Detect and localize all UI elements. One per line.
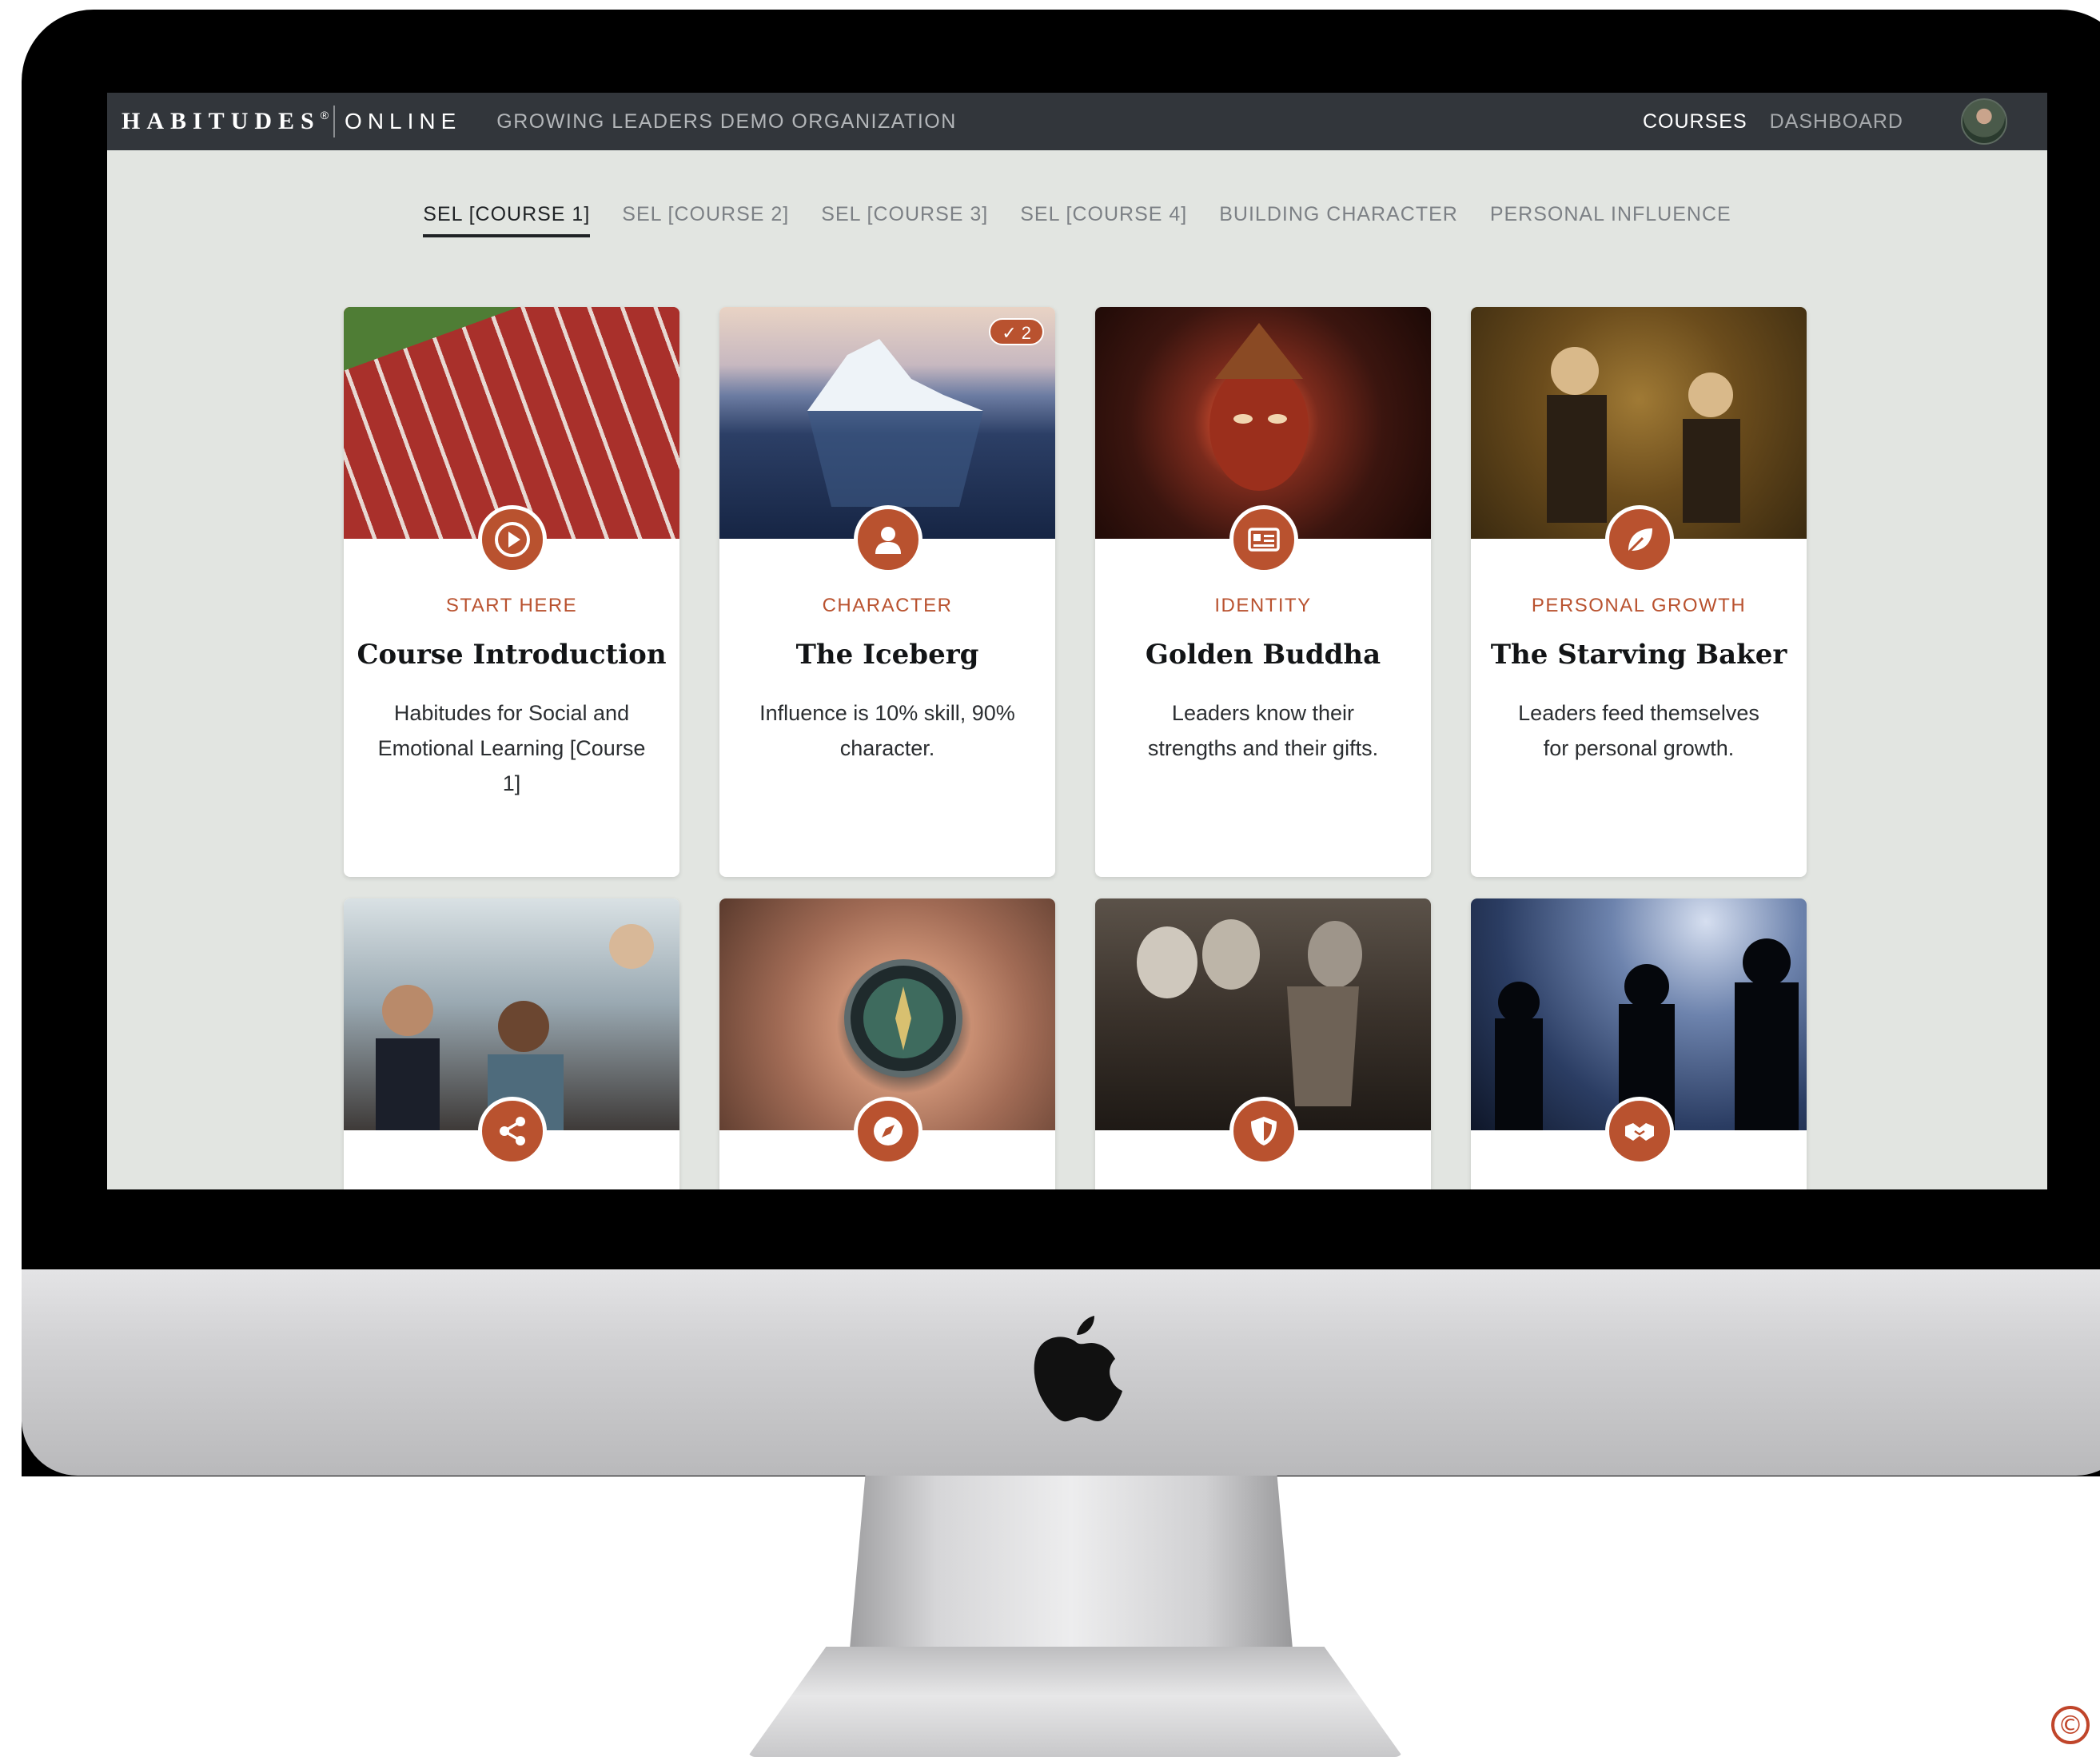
share-icon bbox=[478, 1097, 547, 1165]
top-nav-links: COURSES DASHBOARD bbox=[1643, 93, 2047, 150]
tab-personal-influence[interactable]: PERSONAL INFLUENCE bbox=[1490, 203, 1731, 237]
lesson-card-golden-buddha[interactable]: IDENTITY Golden Buddha Leaders know thei… bbox=[1095, 307, 1431, 877]
card-category: START HERE bbox=[445, 595, 578, 616]
card-image-compass bbox=[719, 898, 1055, 1130]
card-description: Habitudes for Social and Emotional Learn… bbox=[377, 701, 646, 795]
screen: HABITUDES ® ONLINE GROWING LEADERS DEMO … bbox=[107, 93, 2047, 1189]
card-category: CHARACTER bbox=[822, 595, 953, 616]
lesson-card-the-starving-baker[interactable]: PERSONAL GROWTH The Starving Baker Leade… bbox=[1471, 307, 1807, 877]
brand-suffix: ONLINE bbox=[345, 109, 462, 133]
card-image-knights bbox=[1095, 898, 1431, 1130]
card-image-starving-baker bbox=[1471, 307, 1807, 539]
tab-sel-course-3[interactable]: SEL [COURSE 3] bbox=[821, 203, 988, 237]
imac-stand-neck bbox=[847, 1476, 1295, 1675]
card-title: Course Introduction bbox=[357, 639, 667, 671]
brand-logo[interactable]: HABITUDES ® ONLINE bbox=[122, 106, 461, 137]
course-tabs: SEL [COURSE 1] SEL [COURSE 2] SEL [COURS… bbox=[107, 203, 2047, 237]
completed-count: 2 bbox=[1021, 323, 1031, 343]
shield-icon bbox=[1229, 1097, 1298, 1165]
nav-dashboard-link[interactable]: DASHBOARD bbox=[1770, 110, 1903, 133]
card-description: Influence is 10% skill, 90% character. bbox=[759, 701, 1015, 760]
user-icon bbox=[854, 505, 922, 574]
lesson-card-row2-3[interactable] bbox=[1095, 898, 1431, 1189]
tab-sel-course-1[interactable]: SEL [COURSE 1] bbox=[423, 203, 591, 237]
card-title: The Iceberg bbox=[795, 639, 979, 671]
brand-registered-mark: ® bbox=[320, 109, 329, 122]
card-description: Leaders know their strengths and their g… bbox=[1147, 701, 1379, 760]
leaf-icon bbox=[1605, 505, 1674, 574]
handshake-icon bbox=[1605, 1097, 1674, 1165]
lesson-card-course-introduction[interactable]: START HERE Course Introduction Habitudes… bbox=[344, 307, 679, 877]
card-description: Leaders feed themselves for personal gro… bbox=[1518, 701, 1759, 760]
lesson-card-row2-4[interactable] bbox=[1471, 898, 1807, 1189]
card-category: IDENTITY bbox=[1214, 595, 1312, 616]
card-image-running-track bbox=[344, 307, 679, 539]
nav-courses-link[interactable]: COURSES bbox=[1643, 110, 1747, 133]
check-icon: ✓ bbox=[1002, 323, 1017, 343]
card-category: PERSONAL GROWTH bbox=[1531, 595, 1747, 616]
copyright-mark: © bbox=[2051, 1706, 2090, 1744]
card-image-golden-buddha bbox=[1095, 307, 1431, 539]
compass-icon bbox=[854, 1097, 922, 1165]
card-title: The Starving Baker bbox=[1490, 639, 1787, 671]
play-icon bbox=[478, 505, 547, 574]
tab-sel-course-4[interactable]: SEL [COURSE 4] bbox=[1020, 203, 1187, 237]
lesson-card-row2-1[interactable] bbox=[344, 898, 679, 1189]
id-card-icon bbox=[1229, 505, 1298, 574]
brand-name: HABITUDES bbox=[122, 108, 321, 134]
card-image-friends bbox=[344, 898, 679, 1130]
lesson-card-row2-2[interactable] bbox=[719, 898, 1055, 1189]
lesson-card-the-iceberg[interactable]: ✓ 2 CHARACTER The Iceberg Influence is 1… bbox=[719, 307, 1055, 877]
imac-stand-base bbox=[747, 1647, 1403, 1757]
tab-building-character[interactable]: BUILDING CHARACTER bbox=[1219, 203, 1458, 237]
tab-sel-course-2[interactable]: SEL [COURSE 2] bbox=[622, 203, 789, 237]
apple-logo-icon bbox=[1034, 1316, 1122, 1422]
card-title: Golden Buddha bbox=[1145, 639, 1381, 671]
card-image-salute bbox=[1471, 898, 1807, 1130]
top-navigation-bar: HABITUDES ® ONLINE GROWING LEADERS DEMO … bbox=[107, 93, 2047, 150]
user-avatar[interactable] bbox=[1961, 98, 2007, 145]
completed-count-badge: ✓ 2 bbox=[989, 318, 1044, 345]
organization-name: GROWING LEADERS DEMO ORGANIZATION bbox=[496, 110, 957, 133]
brand-divider bbox=[333, 106, 336, 137]
